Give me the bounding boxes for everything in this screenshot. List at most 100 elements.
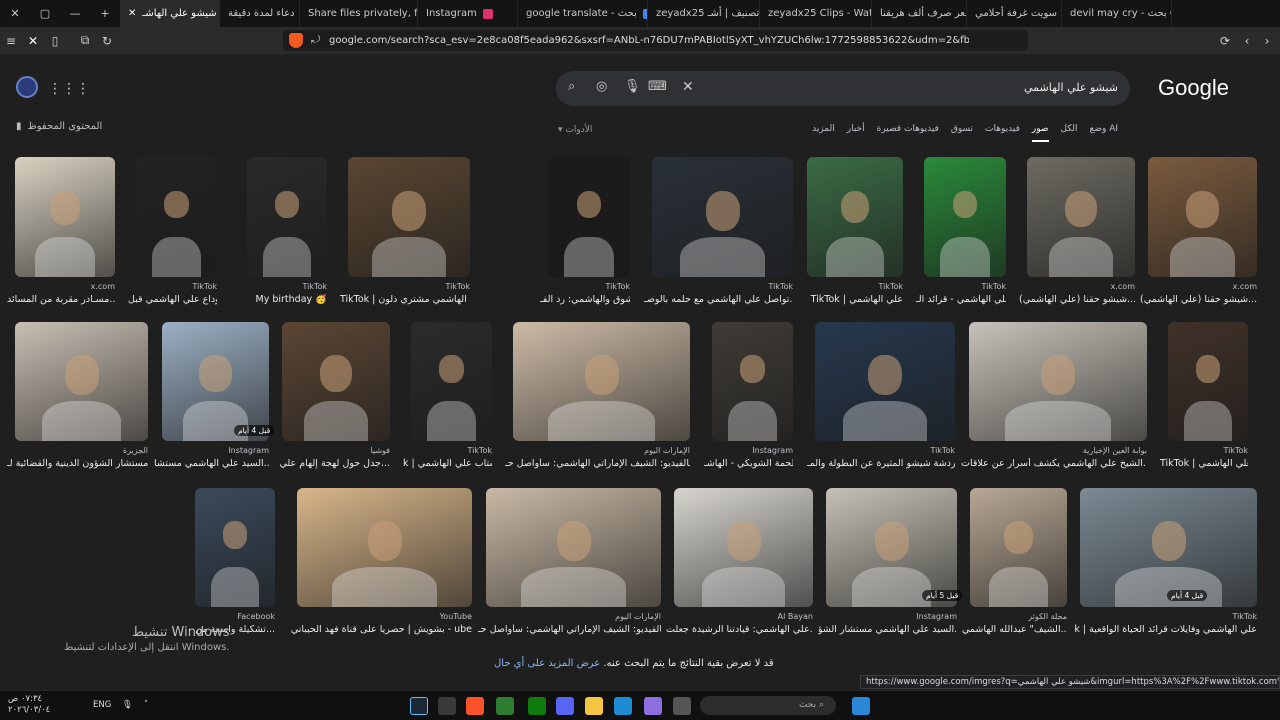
result-source[interactable]: Facebook: [195, 612, 275, 621]
browser-tab[interactable]: سعر صرف ألف هريقنا: [872, 0, 967, 27]
result-title[interactable]: شيشو حقنا (علي الهاشمي)...: [1019, 294, 1135, 305]
image-result-thumbnail[interactable]: [712, 322, 793, 441]
tab-search-filter[interactable]: صور: [1031, 124, 1049, 142]
brave-shield-icon[interactable]: [289, 33, 303, 48]
image-result-thumbnail[interactable]: [807, 157, 903, 277]
result-source[interactable]: مجلة الكوثر: [970, 612, 1067, 621]
file-explorer-icon[interactable]: [585, 697, 603, 715]
browser-tab[interactable]: Share files privately, fast: [300, 0, 418, 27]
result-source[interactable]: TikTok: [247, 282, 327, 291]
browser-tab[interactable]: Instagram: [418, 0, 518, 27]
result-title[interactable]: تواصل علي الهاشمي مع حلمه بالوصـ...: [644, 294, 793, 305]
result-title[interactable]: علي الهاشمي - قرائد الـ...: [916, 294, 1006, 305]
page-info-icon[interactable]: ⤾: [311, 33, 320, 47]
image-result-thumbnail[interactable]: [411, 322, 492, 441]
result-title[interactable]: جدل حول لهجة إلهام علي...: [274, 458, 390, 469]
result-title[interactable]: k | ستاب علي الهاشمي: [403, 458, 492, 469]
result-source[interactable]: x.com: [1148, 282, 1257, 291]
saved-content-link[interactable]: ▮ المحتوى المحفوظ: [16, 121, 102, 132]
result-source[interactable]: TikTok: [652, 282, 793, 291]
maximize-window-icon[interactable]: ▢: [30, 0, 60, 27]
image-result-thumbnail[interactable]: [486, 488, 661, 607]
browser-tab[interactable]: devil may cry - بحث Go: [1062, 0, 1172, 27]
browser-tab[interactable]: دعاء لمدة دقيقة: [220, 0, 300, 27]
screenshot-icon[interactable]: ⧉: [74, 30, 96, 52]
image-result-thumbnail[interactable]: [924, 157, 1006, 277]
close-window-icon[interactable]: ✕: [0, 0, 30, 27]
result-title[interactable]: السيد علي الهاشمي مستشا...: [154, 458, 269, 469]
browser-tab[interactable]: ✕ شيشو علي الهاشـ: [120, 0, 220, 27]
result-title[interactable]: الشيف" عبدالله الهاشمي...: [962, 624, 1067, 635]
result-title[interactable]: الشيخ علي الهاشمي يكشف أسرار عن علاقات..…: [961, 458, 1147, 469]
apps-grid-icon[interactable]: ⋮⋮⋮: [48, 81, 90, 97]
result-title[interactable]: My birthday 🥳: [239, 294, 327, 305]
lens-icon[interactable]: ◎: [596, 79, 607, 94]
xbox-icon[interactable]: [528, 697, 546, 715]
image-result-thumbnail[interactable]: [548, 157, 630, 277]
result-source[interactable]: TikTok: [1168, 446, 1248, 455]
image-result-thumbnail[interactable]: [969, 322, 1147, 441]
steam-icon[interactable]: [410, 697, 428, 715]
tab-search-filter[interactable]: المزيد: [812, 124, 835, 142]
result-title[interactable]: بشويش | حصريا على قناة فهد الحيباني - ub…: [289, 624, 472, 635]
result-title[interactable]: مسـادر مقربة من المسائد...: [7, 294, 115, 305]
result-title[interactable]: k | علي الهاشمي وفايلات قرائد الحياة الو…: [1072, 624, 1257, 635]
result-source[interactable]: بوابة العين الإخبارية: [969, 446, 1147, 455]
image-result-thumbnail[interactable]: [297, 488, 472, 607]
clear-icon[interactable]: ✕: [682, 79, 694, 95]
result-source[interactable]: TikTok: [1080, 612, 1257, 621]
taskbar-search[interactable]: بحث ⌕: [700, 696, 836, 715]
result-source[interactable]: Al Bayan: [674, 612, 813, 621]
tab-search-filter[interactable]: أخبار: [847, 124, 865, 142]
image-result-thumbnail[interactable]: [674, 488, 813, 607]
image-result-thumbnail[interactable]: [162, 322, 269, 441]
tab-search-filter[interactable]: فيديوهات: [985, 124, 1020, 142]
sync-icon[interactable]: ↻: [96, 30, 118, 52]
result-title[interactable]: دردشة شيشو المثيرة عن البطولة والمـ...: [807, 458, 955, 469]
result-source[interactable]: فوشيا: [282, 446, 390, 455]
result-title[interactable]: ملحمة الشويكي - الهاشـ...: [704, 458, 793, 469]
result-source[interactable]: الجزيرة: [15, 446, 148, 455]
keyboard-icon[interactable]: ⌨: [648, 79, 667, 94]
minimize-window-icon[interactable]: —: [60, 0, 90, 27]
back-icon[interactable]: ‹: [1236, 30, 1258, 52]
settings-app-icon[interactable]: [438, 697, 456, 715]
search-box[interactable]: شيشو علي الهاشمي ✕ ⌨ 🎙 ◎ ⌕: [556, 71, 1130, 106]
tab-search-filter[interactable]: تسوق: [951, 124, 973, 142]
media-player-icon[interactable]: [496, 697, 514, 715]
search-input[interactable]: شيشو علي الهاشمي: [1024, 81, 1118, 94]
browser-tab[interactable]: google translate - بحث: [518, 0, 648, 27]
result-source[interactable]: TikTok: [411, 446, 492, 455]
tools-dropdown[interactable]: ▾ الأدوات: [558, 125, 592, 135]
browser-tab[interactable]: zeyadx25 تصنيف | أشـ: [648, 0, 760, 27]
result-title[interactable]: شوق والهاشمي: رد الفـ...: [540, 294, 630, 305]
image-result-thumbnail[interactable]: [15, 322, 148, 441]
image-result-thumbnail[interactable]: [282, 322, 390, 441]
image-result-thumbnail[interactable]: [1148, 157, 1257, 277]
image-result-thumbnail[interactable]: [1027, 157, 1135, 277]
edge-icon[interactable]: [614, 697, 632, 715]
avatar[interactable]: [16, 76, 38, 98]
image-result-thumbnail[interactable]: [815, 322, 955, 441]
result-source[interactable]: TikTok: [924, 282, 1006, 291]
result-title[interactable]: TikTok | علي الهاشمي: [799, 294, 903, 305]
image-result-thumbnail[interactable]: [247, 157, 327, 277]
result-title[interactable]: شيشو حقنا (علي الهاشمي)...: [1140, 294, 1257, 305]
result-source[interactable]: YouTube: [297, 612, 472, 621]
image-result-thumbnail[interactable]: [970, 488, 1067, 607]
result-source[interactable]: TikTok: [807, 282, 903, 291]
task-view-icon[interactable]: [673, 697, 691, 715]
result-source[interactable]: الإمارات اليوم: [513, 446, 690, 455]
result-source[interactable]: TikTok: [136, 282, 217, 291]
tab-search-filter[interactable]: فيديوهات قصيرة: [877, 124, 939, 142]
result-title[interactable]: وداع علي الهاشمي قبل...: [128, 294, 217, 305]
result-source[interactable]: Instagram: [712, 446, 793, 455]
copilot-icon[interactable]: [644, 697, 662, 715]
result-source[interactable]: Instagram: [162, 446, 269, 455]
language-indicator[interactable]: ENG: [93, 700, 111, 710]
search-icon[interactable]: ⌕: [568, 79, 575, 94]
tab-search-filter[interactable]: وضع AI: [1090, 124, 1118, 142]
result-source[interactable]: TikTok: [548, 282, 630, 291]
image-result-thumbnail[interactable]: [15, 157, 115, 277]
reload-icon[interactable]: ⟳: [1214, 30, 1236, 52]
